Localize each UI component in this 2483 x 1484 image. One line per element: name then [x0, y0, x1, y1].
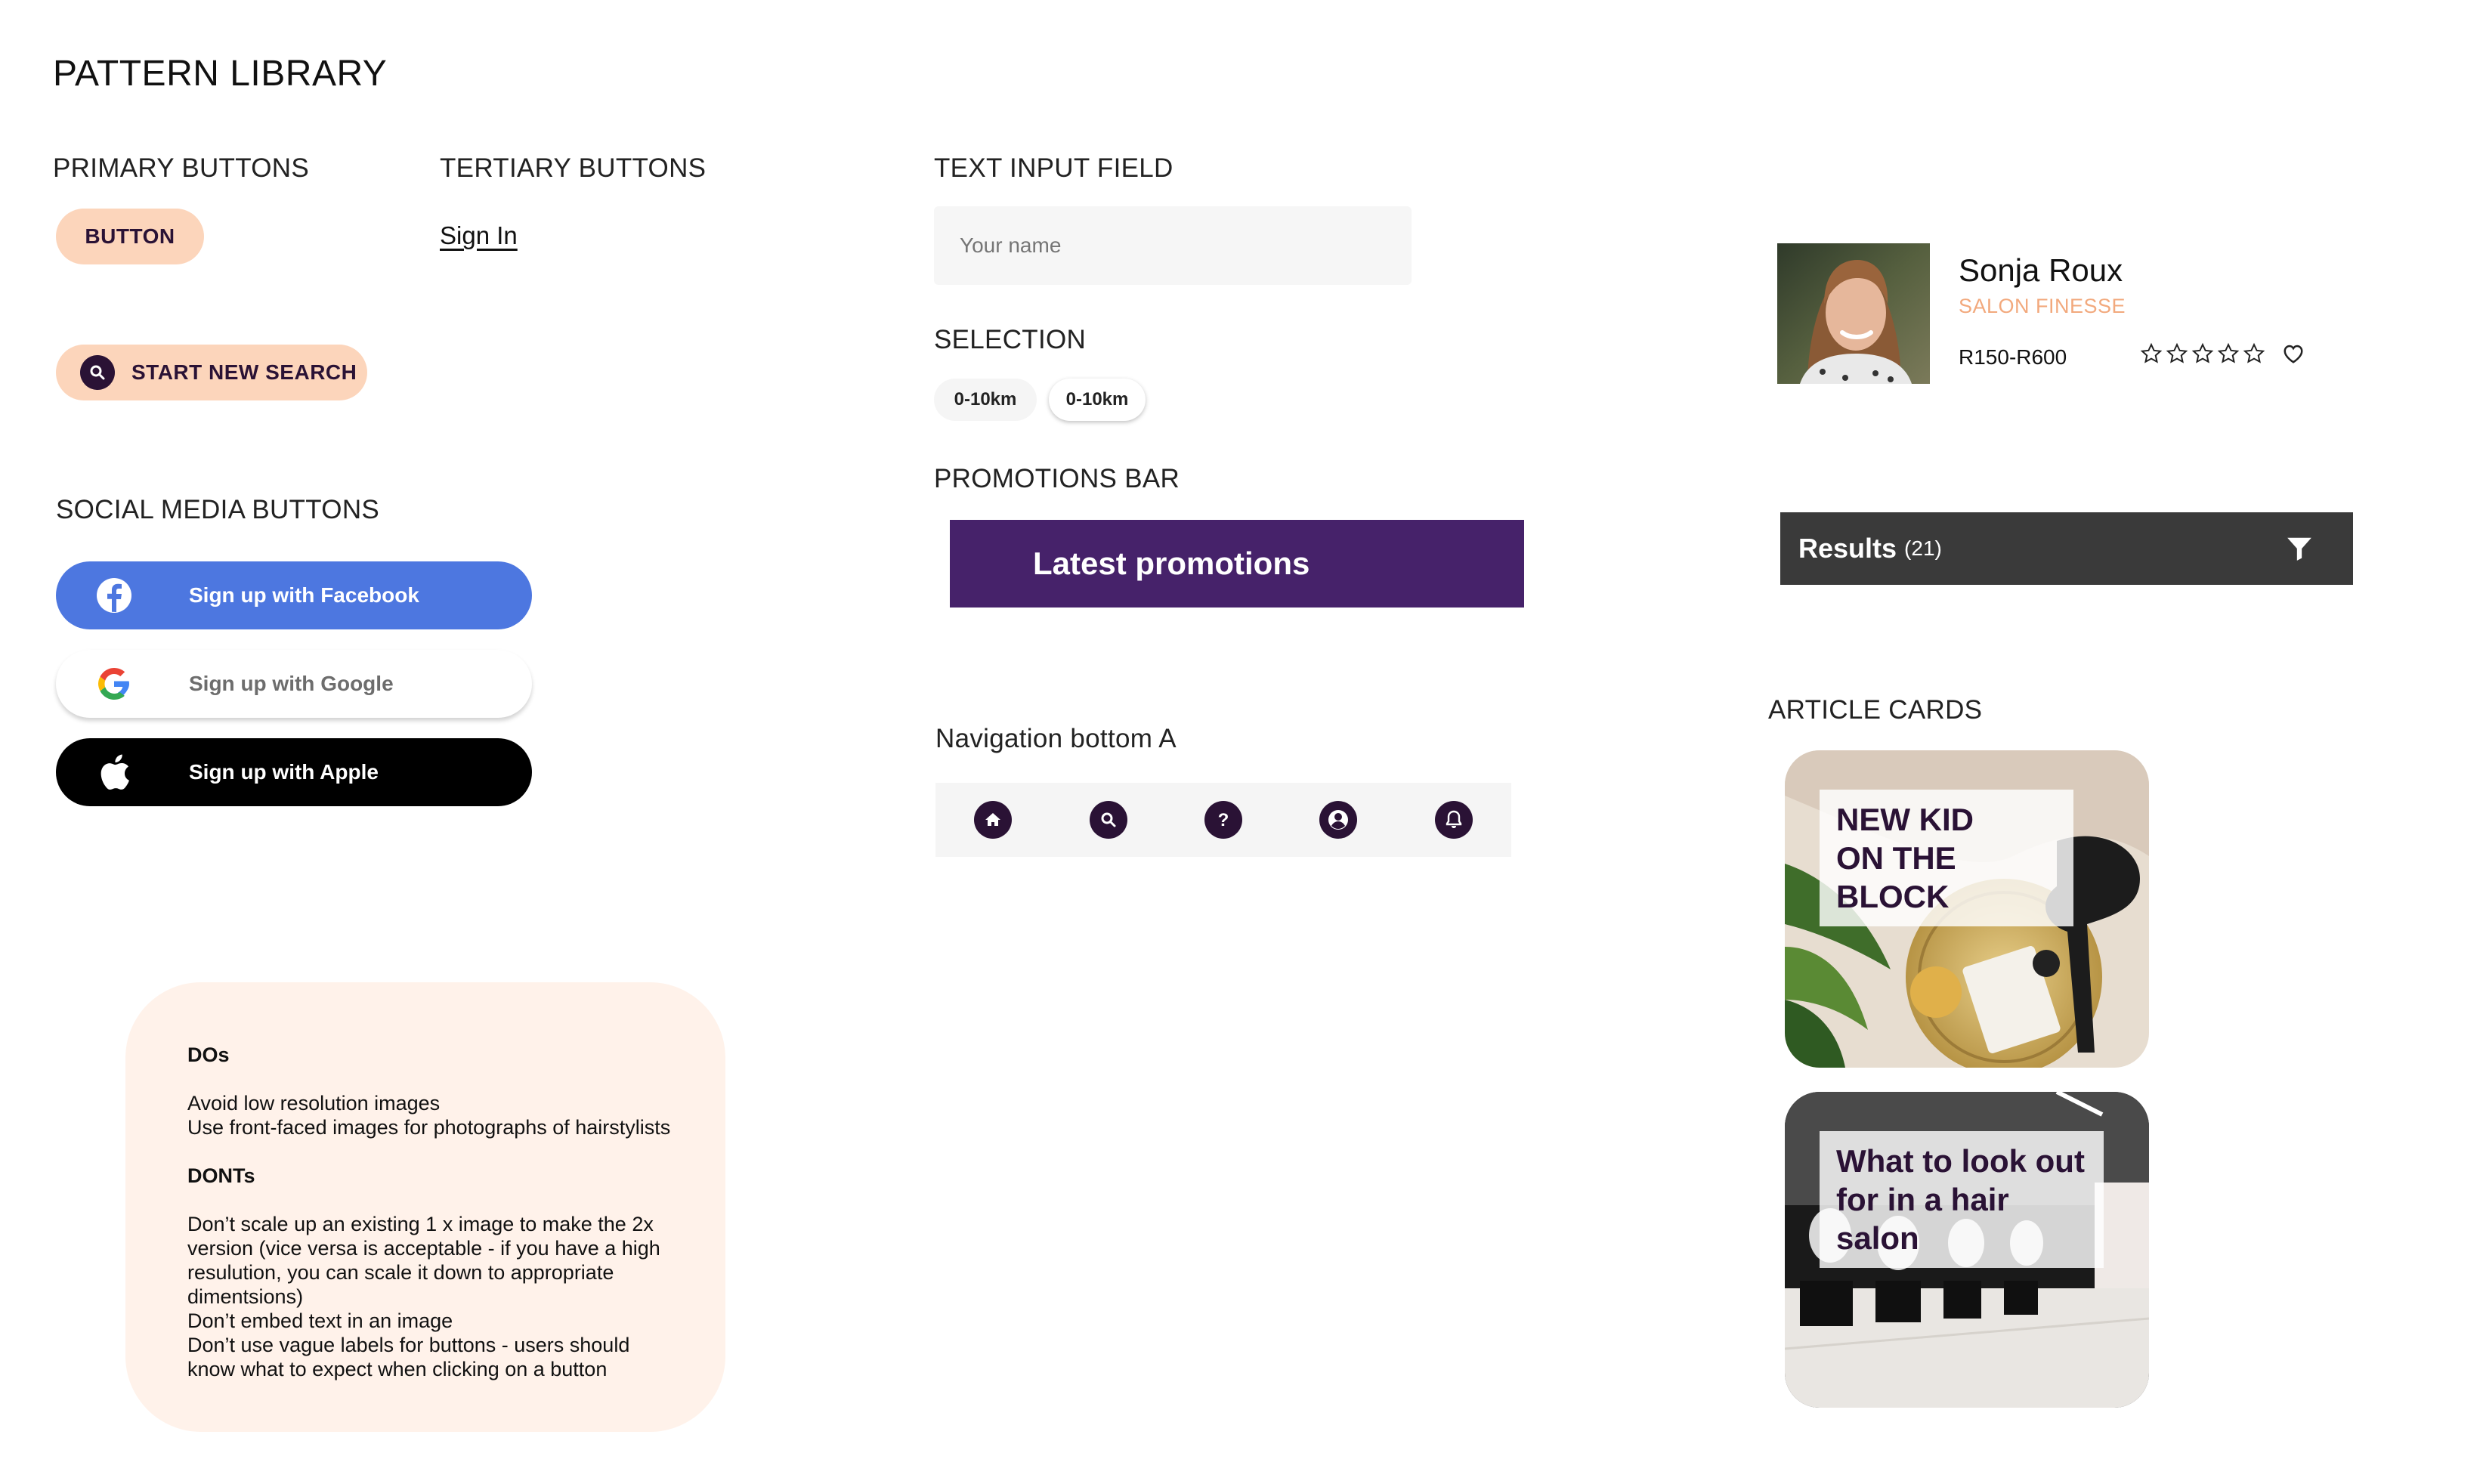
- primary-buttons-heading: PRIMARY BUTTONS: [53, 153, 310, 183]
- bell-icon[interactable]: [1434, 801, 1473, 839]
- results-label: Results: [1798, 533, 1897, 564]
- selection-heading: SELECTION: [934, 325, 1087, 354]
- donts-item: Don’t use vague labels for buttons - use…: [187, 1334, 630, 1380]
- start-new-search-button[interactable]: START NEW SEARCH: [56, 345, 367, 400]
- results-bar: Results (21): [1780, 512, 2353, 585]
- primary-button-label: BUTTON: [85, 224, 175, 248]
- facebook-signup-label: Sign up with Facebook: [189, 583, 419, 607]
- navigation-heading: Navigation bottom A: [935, 724, 1177, 753]
- search-icon[interactable]: [1089, 801, 1127, 839]
- google-signup-button[interactable]: Sign up with Google: [56, 650, 532, 718]
- tertiary-buttons-heading: TERTIARY BUTTONS: [440, 153, 707, 183]
- promotions-heading: PROMOTIONS BAR: [934, 464, 1180, 493]
- dos-item: Use front-faced images for photographs o…: [187, 1116, 671, 1139]
- salon-name: SALON FINESSE: [1959, 295, 2126, 317]
- account-icon[interactable]: [1319, 801, 1358, 839]
- bottom-navigation: ?: [935, 783, 1511, 857]
- star-icon: [2217, 342, 2240, 363]
- donts-title: DONTs: [187, 1164, 255, 1187]
- google-signup-label: Sign up with Google: [189, 672, 394, 695]
- star-icon: [2243, 342, 2265, 363]
- donts-item: Don’t embed text in an image: [187, 1309, 453, 1332]
- primary-button[interactable]: BUTTON: [56, 209, 204, 264]
- article-card-title: NEW KID ON THE BLOCK: [1820, 790, 2073, 926]
- star-rating[interactable]: [2140, 342, 2265, 365]
- star-icon: [2140, 342, 2163, 363]
- results-count: (21): [1904, 536, 1942, 560]
- name-input[interactable]: [934, 206, 1412, 285]
- donts-item: Don’t scale up an existing 1 x image to …: [187, 1213, 660, 1308]
- heart-icon[interactable]: [2282, 343, 2305, 368]
- svg-text:?: ?: [1218, 810, 1229, 830]
- sign-in-link[interactable]: Sign In: [440, 221, 518, 250]
- distance-chip[interactable]: 0-10km: [934, 379, 1037, 421]
- guidelines-note: DOs Avoid low resolution images Use fron…: [125, 982, 725, 1432]
- text-input-heading: TEXT INPUT FIELD: [934, 153, 1173, 183]
- star-icon: [2191, 342, 2214, 363]
- apple-icon: [88, 753, 141, 791]
- home-icon[interactable]: [974, 801, 1013, 839]
- start-new-search-label: START NEW SEARCH: [131, 360, 357, 384]
- price-range: R150-R600: [1959, 345, 2067, 369]
- article-card[interactable]: NEW KID ON THE BLOCK: [1785, 750, 2149, 1068]
- article-cards-heading: ARTICLE CARDS: [1768, 695, 1983, 725]
- article-card-title: What to look out for in a hair salon: [1820, 1131, 2104, 1268]
- google-icon: [88, 666, 141, 702]
- promotions-bar[interactable]: Latest promotions: [950, 520, 1524, 608]
- page-title: PATTERN LIBRARY: [53, 54, 388, 94]
- dos-item: Avoid low resolution images: [187, 1092, 441, 1115]
- help-icon[interactable]: ?: [1204, 801, 1242, 839]
- distance-chip-selected[interactable]: 0-10km: [1049, 379, 1146, 421]
- facebook-icon: [88, 577, 141, 614]
- dos-title: DOs: [187, 1043, 230, 1066]
- apple-signup-button[interactable]: Sign up with Apple: [56, 738, 532, 806]
- star-icon: [2166, 342, 2188, 363]
- apple-signup-label: Sign up with Apple: [189, 760, 379, 784]
- social-buttons-heading: SOCIAL MEDIA BUTTONS: [56, 495, 380, 524]
- stylist-name: Sonja Roux: [1959, 252, 2123, 288]
- article-card[interactable]: What to look out for in a hair salon: [1785, 1092, 2149, 1408]
- facebook-signup-button[interactable]: Sign up with Facebook: [56, 561, 532, 629]
- filter-icon[interactable]: [2285, 534, 2314, 563]
- search-icon: [80, 355, 115, 390]
- stylist-photo[interactable]: [1777, 243, 1930, 384]
- promotions-label: Latest promotions: [1033, 546, 1310, 581]
